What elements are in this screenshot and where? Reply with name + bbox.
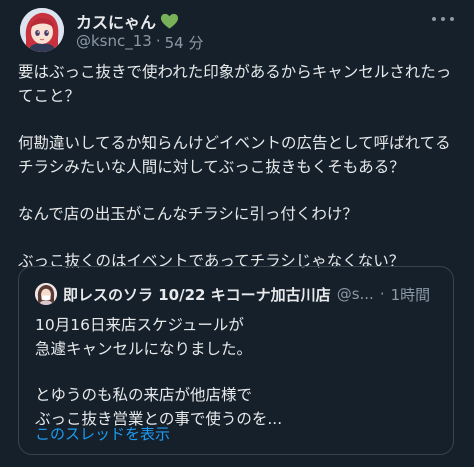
quoted-handle: @s... <box>336 285 374 303</box>
quoted-tweet-header: 即レスのソラ 10/22 キコーナ加古川店 @s... · 1時間 <box>35 283 430 305</box>
author-display-name[interactable]: カスにゃん <box>76 9 156 33</box>
quoted-tweet[interactable]: 即レスのソラ 10/22 キコーナ加古川店 @s... · 1時間 10月16日… <box>18 266 454 455</box>
quoted-display-name: 即レスのソラ 10/22 キコーナ加古川店 <box>63 285 331 304</box>
meta-separator: · <box>155 32 161 50</box>
show-thread-link[interactable]: このスレッドを表示 <box>35 423 170 444</box>
quoted-timestamp: 1時間 <box>390 285 431 304</box>
more-options-icon[interactable] <box>432 12 454 26</box>
author-handle[interactable]: @ksnc_13 <box>76 32 152 53</box>
tweet-timestamp[interactable]: 54 分 <box>165 32 204 53</box>
author-name-row: カスにゃん <box>76 10 179 32</box>
tweet-paragraph: 何勘違いしてるか知らんけどイベントの広告として呼ばれてるチラシみたいな人間に対し… <box>18 134 451 176</box>
green-heart-icon <box>160 12 179 31</box>
anime-girl-avatar-icon <box>20 8 64 52</box>
author-avatar[interactable] <box>20 8 64 52</box>
tweet: カスにゃん @ksnc_13 · 54 分 要はぶっこ抜きで使われた印象があるか… <box>0 0 474 467</box>
quoted-meta-separator: · <box>379 285 385 303</box>
quoted-user-avatar-icon[interactable] <box>35 283 57 305</box>
tweet-paragraph: 要はぶっこ抜きで使われた印象があるからキャンセルされたってこと？ <box>18 63 452 105</box>
author-handle-row: @ksnc_13 · 54 分 <box>76 32 203 53</box>
tweet-paragraph: なんで店の出玉がこんなチラシに引っ付くわけ？ <box>18 205 358 223</box>
quoted-paragraph: 10月16日来店スケジュールが 急遽キャンセルになりました。 <box>35 316 253 358</box>
tweet-text: 要はぶっこ抜きで使われた印象があるからキャンセルされたってこと？ 何勘違いしてる… <box>18 60 458 296</box>
